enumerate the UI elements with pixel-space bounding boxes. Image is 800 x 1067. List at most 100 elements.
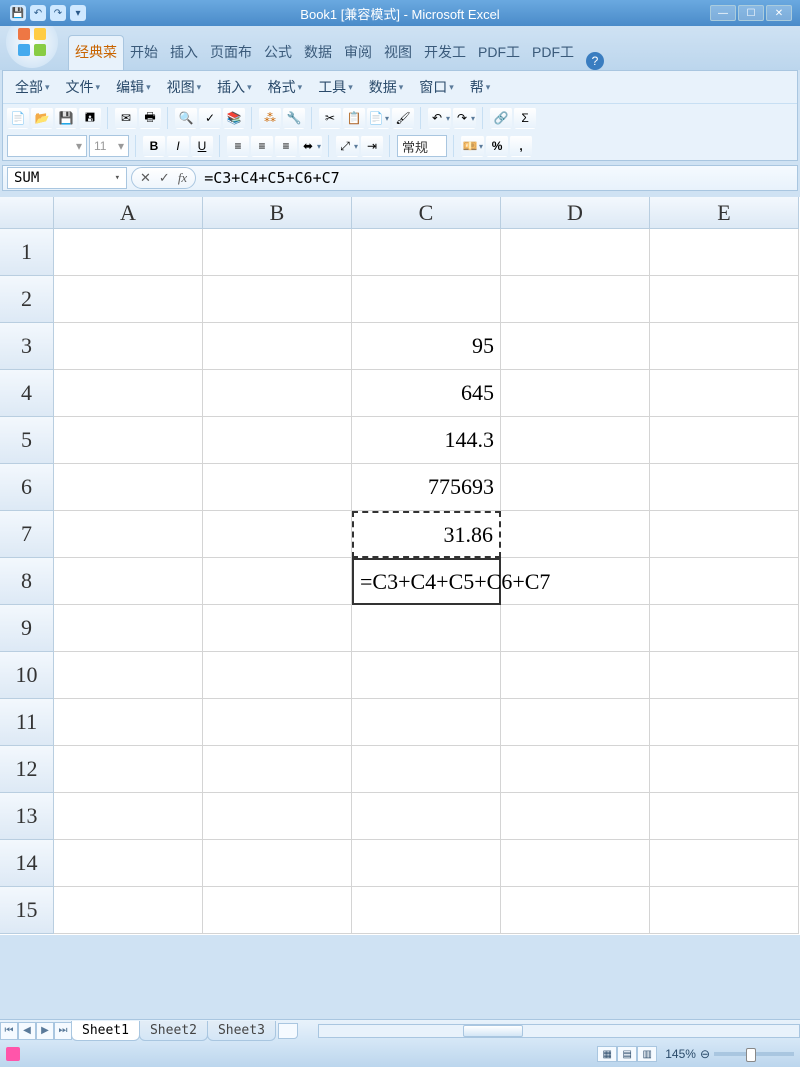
prev-sheet-icon[interactable]: ◀ <box>18 1022 36 1040</box>
menu-4[interactable]: 插入▾ <box>209 73 260 101</box>
cell-B14[interactable] <box>203 840 352 887</box>
cell-D5[interactable] <box>501 417 650 464</box>
page-break-view-icon[interactable]: ▥ <box>637 1046 657 1062</box>
cell-C11[interactable] <box>352 699 501 746</box>
number-format-box[interactable]: 常规 <box>397 135 447 157</box>
cell-C8[interactable]: =C3+C4+C5+C6+C7 <box>352 558 501 605</box>
column-header-B[interactable]: B <box>203 197 352 229</box>
percent-icon[interactable]: % <box>486 135 508 157</box>
column-header-A[interactable]: A <box>54 197 203 229</box>
page-layout-view-icon[interactable]: ▤ <box>617 1046 637 1062</box>
cell-E8[interactable] <box>650 558 799 605</box>
first-sheet-icon[interactable]: ⏮ <box>0 1022 18 1040</box>
research-icon[interactable]: 📚 <box>223 107 245 129</box>
menu-5[interactable]: 格式▾ <box>260 73 311 101</box>
menu-9[interactable]: 帮▾ <box>462 73 499 101</box>
minimize-button[interactable]: — <box>710 5 736 21</box>
cell-D15[interactable] <box>501 887 650 934</box>
cell-D10[interactable] <box>501 652 650 699</box>
menu-2[interactable]: 编辑▾ <box>108 73 159 101</box>
cell-E14[interactable] <box>650 840 799 887</box>
align-center-icon[interactable]: ≡ <box>251 135 273 157</box>
ribbon-tab-8[interactable]: 开发工 <box>418 36 472 70</box>
cell-B15[interactable] <box>203 887 352 934</box>
cell-D9[interactable] <box>501 605 650 652</box>
cell-D1[interactable] <box>501 229 650 276</box>
cell-D2[interactable] <box>501 276 650 323</box>
cell-A11[interactable] <box>54 699 203 746</box>
cell-C13[interactable] <box>352 793 501 840</box>
cell-C4[interactable]: 645 <box>352 370 501 417</box>
sheet-tab-Sheet2[interactable]: Sheet2 <box>139 1021 208 1041</box>
spelling-icon[interactable]: ✓ <box>199 107 221 129</box>
qat-more-icon[interactable]: ▾ <box>70 5 86 21</box>
comma-icon[interactable]: , <box>510 135 532 157</box>
cell-E1[interactable] <box>650 229 799 276</box>
last-sheet-icon[interactable]: ⏭ <box>54 1022 72 1040</box>
worksheet-area[interactable]: ABCDE1239546455144.36775693731.868=C3+C4… <box>0 197 800 935</box>
cell-B13[interactable] <box>203 793 352 840</box>
name-box[interactable]: SUM ▾ <box>7 167 127 189</box>
font-name-box[interactable]: ▾ <box>7 135 87 157</box>
cell-D13[interactable] <box>501 793 650 840</box>
ribbon-tab-1[interactable]: 开始 <box>124 36 164 70</box>
cell-E12[interactable] <box>650 746 799 793</box>
cell-B9[interactable] <box>203 605 352 652</box>
row-header-5[interactable]: 5 <box>0 417 54 464</box>
print-preview-icon[interactable]: 🔍 <box>175 107 197 129</box>
row-header-2[interactable]: 2 <box>0 276 54 323</box>
currency-icon[interactable]: 💴▾ <box>461 135 484 157</box>
column-header-C[interactable]: C <box>352 197 501 229</box>
cell-D12[interactable] <box>501 746 650 793</box>
maximize-button[interactable]: ☐ <box>738 5 764 21</box>
cell-A5[interactable] <box>54 417 203 464</box>
cell-A13[interactable] <box>54 793 203 840</box>
cell-E7[interactable] <box>650 511 799 558</box>
orientation-icon[interactable]: ⤢▾ <box>336 135 359 157</box>
cell-D11[interactable] <box>501 699 650 746</box>
find-replace-icon[interactable]: ⁂ <box>259 107 281 129</box>
saveas-icon[interactable]: 🖪 <box>79 107 101 129</box>
cell-D7[interactable] <box>501 511 650 558</box>
undo-icon[interactable]: ↶▾ <box>428 107 451 129</box>
redo-icon[interactable]: ↷▾ <box>453 107 476 129</box>
cell-E10[interactable] <box>650 652 799 699</box>
formula-input[interactable]: =C3+C4+C5+C6+C7 <box>196 169 797 187</box>
cell-C10[interactable] <box>352 652 501 699</box>
row-header-15[interactable]: 15 <box>0 887 54 934</box>
indent-icon[interactable]: ⇥ <box>361 135 383 157</box>
open-icon[interactable]: 📂 <box>31 107 53 129</box>
menu-0[interactable]: 全部▾ <box>7 73 58 101</box>
horizontal-scrollbar[interactable] <box>318 1024 800 1038</box>
cancel-icon[interactable]: ✕ <box>140 170 151 186</box>
row-header-3[interactable]: 3 <box>0 323 54 370</box>
cell-A1[interactable] <box>54 229 203 276</box>
cell-B2[interactable] <box>203 276 352 323</box>
cell-E4[interactable] <box>650 370 799 417</box>
close-button[interactable]: ✕ <box>766 5 792 21</box>
cell-E3[interactable] <box>650 323 799 370</box>
menu-8[interactable]: 窗口▾ <box>411 73 462 101</box>
cell-A14[interactable] <box>54 840 203 887</box>
cell-A7[interactable] <box>54 511 203 558</box>
normal-view-icon[interactable]: ▦ <box>597 1046 617 1062</box>
row-header-9[interactable]: 9 <box>0 605 54 652</box>
cell-D3[interactable] <box>501 323 650 370</box>
row-header-8[interactable]: 8 <box>0 558 54 605</box>
cut-icon[interactable]: ✂ <box>319 107 341 129</box>
cell-B1[interactable] <box>203 229 352 276</box>
ribbon-tab-9[interactable]: PDF工 <box>472 36 526 70</box>
cell-B5[interactable] <box>203 417 352 464</box>
cell-B8[interactable] <box>203 558 352 605</box>
row-header-13[interactable]: 13 <box>0 793 54 840</box>
cell-C15[interactable] <box>352 887 501 934</box>
cell-E9[interactable] <box>650 605 799 652</box>
autosum-icon[interactable]: Σ <box>514 107 536 129</box>
cell-E13[interactable] <box>650 793 799 840</box>
sheet-tab-Sheet1[interactable]: Sheet1 <box>71 1021 140 1041</box>
new-icon[interactable]: 📄 <box>7 107 29 129</box>
zoom-out-button[interactable]: ⊖ <box>700 1047 710 1061</box>
merge-icon[interactable]: ⬌▾ <box>299 135 322 157</box>
cell-C9[interactable] <box>352 605 501 652</box>
cell-C14[interactable] <box>352 840 501 887</box>
